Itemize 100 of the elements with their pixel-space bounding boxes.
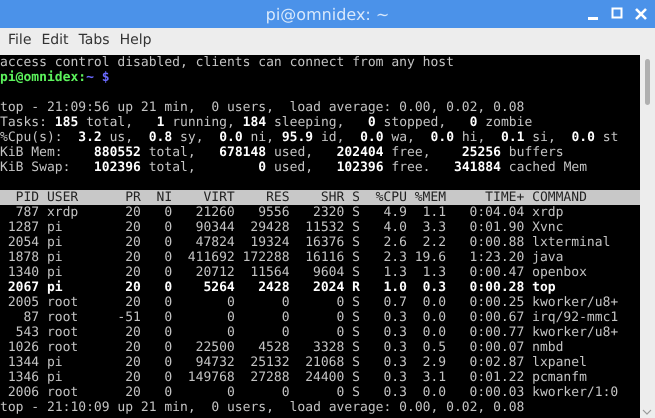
table-cell-text: Xvnc: [531, 220, 564, 235]
table-cell-text: top: [531, 280, 557, 295]
table-cell-text: java: [531, 250, 564, 265]
scroll-down-icon[interactable]: [642, 409, 652, 415]
table-cell-text: S: [351, 370, 360, 385]
table-cell-text: root: [46, 325, 80, 340]
table-cell-text: 2.2: [422, 235, 446, 250]
table-cell-text: 0:04.04: [468, 205, 524, 220]
table-cell-text: 0.3: [382, 340, 407, 355]
column-header: PR: [124, 190, 141, 205]
table-cell-text: -51: [116, 310, 141, 325]
table-cell-text: 0: [280, 310, 290, 325]
table-cell-text: S: [351, 250, 360, 265]
table-cell-text: S: [351, 325, 360, 340]
table-cell-text: 0: [163, 235, 172, 250]
table-cell-text: 90344: [194, 220, 235, 235]
table-cell-text: 0: [336, 385, 344, 400]
table-cell-text: 1344: [6, 355, 40, 370]
column-header: VIRT: [202, 190, 235, 205]
menu-item[interactable]: File: [4, 30, 36, 50]
table-cell-text: 0.0: [422, 310, 446, 325]
menu-item[interactable]: Tabs: [74, 30, 114, 50]
table-cell-text: 2.9: [422, 355, 446, 370]
scrollbar-thumb[interactable]: [645, 59, 650, 105]
table-cell-text: kworker/u8+: [531, 295, 620, 310]
table-cell-text: 0:00.25: [468, 295, 524, 310]
table-cell-text: 27288: [249, 370, 290, 385]
table-cell-text: 1340: [6, 265, 40, 280]
table-cell-text: S: [351, 235, 360, 250]
table-cell-text: irq/92-mmc1: [531, 310, 620, 325]
table-cell-text: 0.3: [422, 280, 446, 295]
menu-item[interactable]: Help: [116, 30, 156, 50]
table-cell-text: 0: [163, 265, 172, 280]
table-cell-text: 20: [124, 235, 141, 250]
table-cell-text: pi: [46, 265, 64, 280]
table-cell-text: pi: [46, 370, 64, 385]
table-cell-text: 0: [336, 295, 344, 310]
maximize-icon[interactable]: [611, 7, 623, 21]
table-cell-text: 1026: [6, 340, 40, 355]
table-cell-text: 1.1: [422, 205, 446, 220]
table-cell-text: 2006: [6, 385, 40, 400]
column-header: COMMAND: [531, 190, 588, 205]
table-cell-text: 4.0: [382, 220, 407, 235]
table-cell-text: 87: [22, 310, 40, 325]
table-cell-text: 0: [163, 250, 172, 265]
table-cell-text: 411692: [186, 250, 235, 265]
table-cell-text: lxterminal: [531, 235, 612, 250]
table-cell-text: 20: [124, 280, 141, 295]
table-cell-text: pi: [46, 355, 64, 370]
table-cell-text: pi: [46, 280, 64, 295]
table-cell-text: S: [351, 340, 360, 355]
table-cell-text: 2320: [312, 205, 344, 220]
terminal-line: top - 21:10:09 up 21 min, 0 users, load average: 0.00, 0.02, 0.08: [0, 400, 526, 415]
column-header: NI: [156, 190, 172, 205]
table-cell-text: S: [351, 220, 360, 235]
table-cell-text: 0: [163, 220, 172, 235]
table-cell-text: 1.0: [382, 280, 407, 295]
column-header: SHR: [320, 190, 344, 205]
table-cell-text: 0: [163, 325, 172, 340]
table-cell-text: 0: [163, 385, 172, 400]
table-cell-text: pi: [46, 235, 64, 250]
table-cell-text: 9604: [312, 265, 344, 280]
table-cell-text: 1287: [6, 220, 40, 235]
prompt-user-host: pi@omnidex:: [0, 70, 86, 85]
table-cell-text: 0.7: [382, 295, 407, 310]
table-cell-text: 29428: [249, 220, 290, 235]
table-cell-text: 20: [124, 250, 141, 265]
summary-line: %Cpu(s): 3.2 us, 0.8 sy, 0.0 ni, 95.9 id, 0.0 wa, 0.0 hi, 0.1 si, 0.0 st: [0, 130, 620, 145]
menu-item[interactable]: Edit: [37, 30, 73, 50]
table-cell-text: S: [351, 385, 360, 400]
table-cell-text: 20: [124, 355, 141, 370]
table-cell-text: 2.6: [382, 235, 407, 250]
table-cell-text: S: [351, 295, 360, 310]
table-cell-text: 0.0: [422, 325, 446, 340]
table-cell-text: 16376: [304, 235, 344, 250]
table-cell-text: 0.3: [382, 325, 407, 340]
table-cell-text: 0: [226, 310, 235, 325]
table-cell-text: root: [46, 340, 80, 355]
table-cell-text: 1.3: [422, 265, 446, 280]
table-cell-text: 24400: [304, 370, 344, 385]
table-cell-text: 0: [163, 310, 172, 325]
table-cell-text: 0:00.47: [468, 265, 524, 280]
table-cell-text: root: [46, 385, 80, 400]
table-cell-text: kworker/1:0: [531, 385, 620, 400]
table-cell-text: 20: [124, 205, 141, 220]
table-cell-text: 0: [336, 325, 344, 340]
table-cell-text: 3.1: [422, 370, 446, 385]
summary-line: Tasks: 185 total, 1 running, 184 sleeping, 0 stopped, 0 zombie: [0, 115, 534, 130]
table-cell-text: 0.3: [382, 370, 407, 385]
table-cell-text: 21068: [304, 355, 344, 370]
column-header: USER: [46, 190, 80, 205]
table-cell-text: 0:01.22: [468, 370, 524, 385]
table-cell-text: root: [46, 310, 80, 325]
close-icon[interactable]: [635, 7, 647, 21]
table-cell-text: 2024: [312, 280, 344, 295]
table-cell-text: kworker/u8+: [531, 325, 620, 340]
table-cell-text: 19.6: [414, 250, 446, 265]
table-cell-text: 21260: [194, 205, 235, 220]
window-title: pi@omnidex: ~: [266, 4, 390, 24]
table-cell-text: 0: [163, 205, 172, 220]
